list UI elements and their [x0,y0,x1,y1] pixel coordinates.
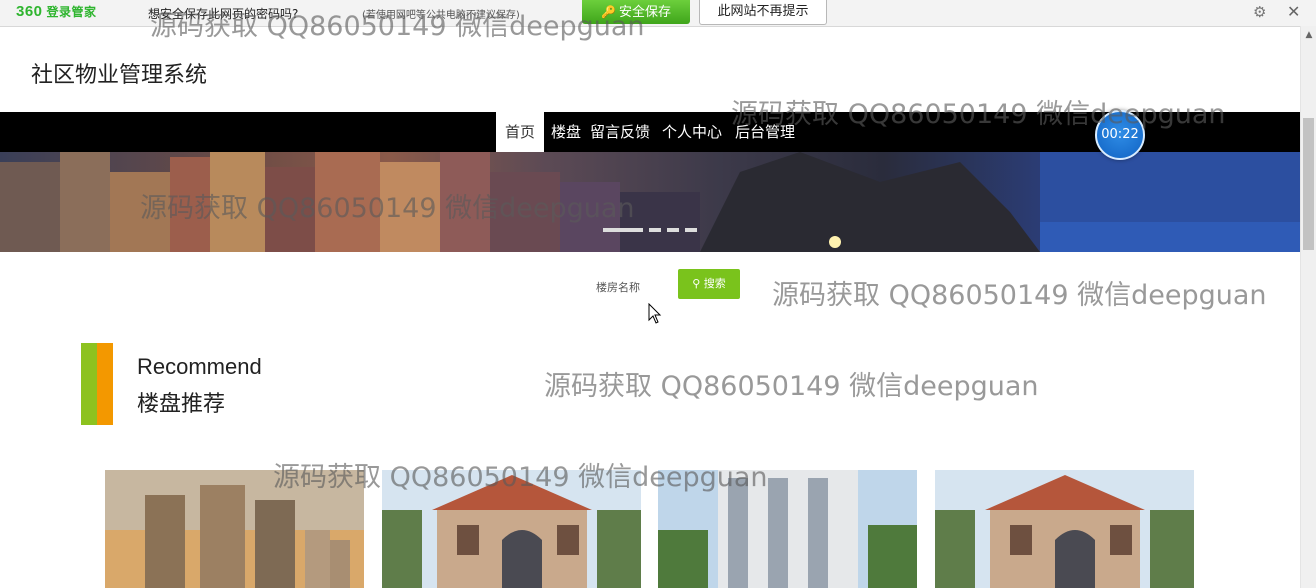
watermark-text: 源码获取 QQ86050149 微信deepguan [140,193,635,224]
close-icon[interactable]: ✕ [1287,2,1300,21]
mouse-cursor-icon [648,303,662,324]
nav-item-profile[interactable]: 个人中心 [662,112,722,152]
scroll-up-arrow-icon[interactable]: ▲ [1301,30,1316,40]
recommend-title-en: Recommend [137,354,262,379]
recommend-title-cn: 楼盘推荐 [137,392,226,417]
360-logo: 360 登录管家 [16,3,97,20]
carousel-dot[interactable] [685,228,697,232]
building-card[interactable] [935,470,1194,588]
building-image [935,470,1194,588]
carousel-dot[interactable] [649,228,661,232]
site-title: 社区物业管理系统 [31,63,208,88]
carousel-indicators [603,228,703,247]
building-name-search-input[interactable]: 楼房名称 [596,279,640,295]
nav-item-feedback[interactable]: 留言反馈 [590,112,650,152]
never-prompt-button[interactable]: 此网站不再提示 [699,0,827,25]
recommend-accent-orange [97,343,113,425]
search-icon: ⚲ [692,277,701,290]
search-button[interactable]: ⚲ 搜索 [678,269,740,299]
watermark-text: 源码获取 QQ86050149 微信deepguan [772,280,1267,311]
watermark-text: 源码获取 QQ86050149 微信deepguan [150,11,645,42]
gear-icon[interactable]: ⚙ [1253,3,1266,21]
carousel-dot[interactable] [667,228,679,232]
watermark-text: 源码获取 QQ86050149 微信deepguan [273,462,768,493]
carousel-dot-active[interactable] [603,228,643,232]
nav-item-buildings[interactable]: 楼盘 [551,112,581,152]
scrollbar-thumb[interactable] [1303,118,1314,250]
nav-item-home[interactable]: 首页 [496,112,544,152]
watermark-text: 源码获取 QQ86050149 微信deepguan [731,99,1226,130]
recommend-accent-green [81,343,97,425]
vertical-scrollbar[interactable]: ▲ [1300,26,1316,588]
watermark-text: 源码获取 QQ86050149 微信deepguan [544,371,1039,402]
